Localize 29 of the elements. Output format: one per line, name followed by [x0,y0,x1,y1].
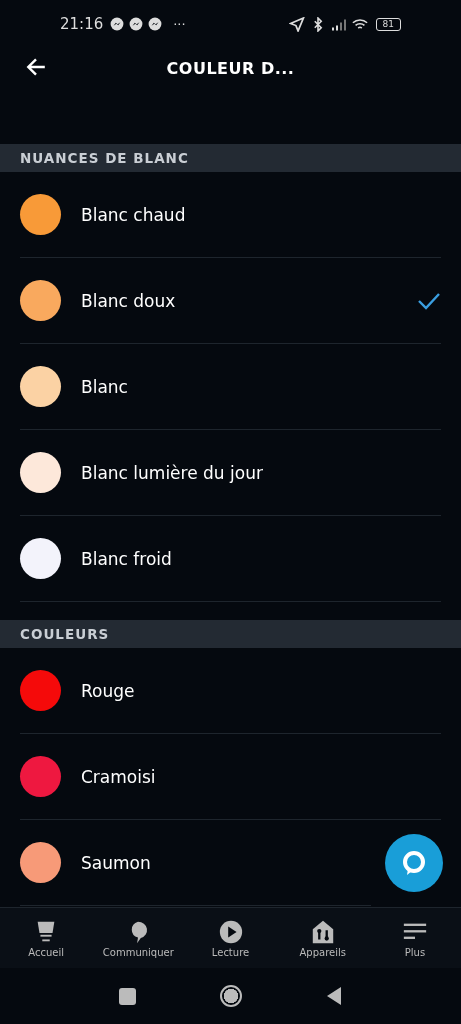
messenger-icon [148,17,163,31]
color-option[interactable]: Blanc chaud [20,172,441,258]
color-option[interactable]: Rouge [20,648,441,734]
play-icon [217,918,244,945]
messenger-icon [129,17,144,31]
nav-tab[interactable]: Plus [368,908,461,968]
section-header: COULEURS [0,620,461,648]
messenger-icon [110,17,125,31]
nav-tab[interactable]: Communiquer [92,908,185,968]
back-triangle-button[interactable] [326,986,342,1006]
nav-tab[interactable]: Appareils [276,908,369,968]
nav-tab[interactable]: Accueil [0,908,93,968]
color-option[interactable]: Blanc lumière du jour [20,430,441,516]
page-title: COULEUR D... [166,58,295,78]
battery-icon: 81 [375,17,401,31]
home-button[interactable] [220,985,242,1007]
recents-button[interactable] [119,987,136,1005]
more-notifications: ··· [173,16,186,32]
color-option[interactable]: Blanc [20,344,441,430]
color-option[interactable]: Blanc froid [20,516,441,602]
color-option[interactable]: Blanc doux [20,258,441,344]
checkmark-icon [417,291,441,310]
color-option[interactable]: Cramoisi [20,734,441,820]
voice-assistant-button[interactable] [385,834,443,892]
color-option[interactable]: Saumon [20,820,371,906]
location-icon [288,16,305,32]
nav-tab[interactable]: Lecture [184,908,277,968]
status-time: 21:16 [60,15,104,33]
section-header: NUANCES DE BLANC [0,144,461,172]
